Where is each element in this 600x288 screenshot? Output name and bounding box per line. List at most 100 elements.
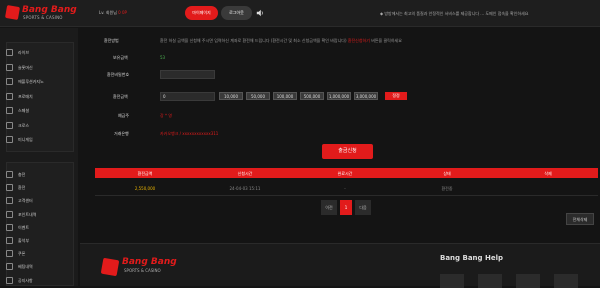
speaker-icon[interactable] [256,8,264,18]
sidebar-item-label: 베팅내역 [18,264,33,270]
footer-logo-cube-icon [100,257,120,277]
row-completed: - [344,186,346,191]
list-icon [6,263,13,271]
footer-brand-name: Bang Bang [122,257,177,267]
sidebar-item[interactable]: 라이브 [6,48,66,58]
notice-tail: 버튼을 클릭하세요 [371,38,402,43]
notice-highlight: 환전신청하기 [347,38,370,43]
sidebar-item-label: 슬롯머신 [18,64,33,70]
footer: Bang Bang SPORTS & CASINO Bang Bang Help [80,243,600,288]
balance-value: 53 [160,55,166,60]
coin-icon [6,171,13,178]
password-label: 환전비밀번호 [107,72,130,77]
amount-preset-button[interactable]: 1,000,000 [327,92,351,100]
sidebar-item-label: 에볼루션카지노 [18,79,44,84]
logo-cube-icon [4,4,21,21]
top-bar: Bang Bang SPORTS & CASINO Lv. 회원님 0 0P 마… [0,0,600,27]
sidebar-item-label: 미니게임 [18,137,33,142]
row-requested: 24-04-03 15:11 [229,186,261,191]
bank-label: 거래은행 [114,131,129,136]
phone-icon [6,92,13,100]
brand-logo[interactable]: Bang Bang SPORTS & CASINO [4,4,77,22]
footer-brand-tagline: SPORTS & CASINO [124,268,161,273]
row-amount: 2,550,000 [134,186,156,191]
cross-icon [6,121,13,129]
amount-preset-button[interactable]: 50,000 [246,92,270,100]
sidebar-item-label: 쿠폰 [18,251,26,257]
sidebar-item-label: 포인트내역 [18,211,37,217]
col-requested: 신청시간 [237,171,253,176]
sidebar-item-label: 스페셜 [18,108,30,113]
user-info: Lv. 회원님 0 0P [99,10,127,16]
sidebar: 라이브슬롯머신에볼루션카지노프로매치스페셜크로스미니게임충전환전고객센터포인트내… [0,28,78,286]
sidebar-item-label: 충전 [18,172,26,177]
reset-amount-button[interactable]: 정정 [385,92,407,100]
sidebar-item[interactable]: 쿠폰 [6,249,66,259]
logout-button[interactable]: 로그아웃 [221,6,252,20]
sidebar-item-label: 공지사항 [18,277,33,283]
depositor-label: 예금주 [118,113,130,118]
withdraw-password-input[interactable] [160,70,215,79]
sidebar-item-label: 고객센터 [18,198,33,204]
depositor-value: 강 * 영 [160,113,172,118]
sidebar-item-label: 크로스 [18,122,30,128]
sidebar-item[interactable]: 스페셜 [6,106,66,116]
amount-preset-button[interactable]: 3,000,000 [354,92,378,100]
page-prev-button[interactable]: 이전 [321,200,337,215]
cards-icon [6,78,13,85]
slot-icon [6,63,13,71]
wallet-icon [6,184,13,192]
brand-tagline: SPORTS & CASINO [23,15,63,20]
sidebar-item[interactable]: 크로스 [6,121,66,131]
user-name: 회원님 [105,10,117,15]
tv-icon [6,49,13,56]
bank-value: 카카오뱅크 / xxxxxxxxxxxx311 [160,131,219,136]
sidebar-item[interactable]: 에볼루션카지노 [6,77,66,87]
marquee-notice: ◆ 방방에서는 최고의 품질과 안정적인 서비스를 제공합니다 ... 도메인 … [380,11,529,16]
page-current[interactable]: 1 [340,200,352,215]
sidebar-item[interactable]: 고객센터 [6,196,66,206]
sidebar-item[interactable]: 슬롯머신 [6,63,66,73]
star-icon [6,107,13,114]
sidebar-item[interactable]: 베팅내역 [6,262,66,272]
col-delete: 삭제 [544,171,552,176]
help-title: Bang Bang Help [440,254,503,262]
sidebar-item[interactable]: 환전 [6,183,66,193]
page-next-button[interactable]: 다음 [355,200,371,215]
sidebar-item[interactable]: 공지사항 [6,276,66,286]
col-status: 상태 [443,171,451,176]
col-completed: 완료시간 [337,171,353,176]
sidebar-item[interactable]: 출석부 [6,236,66,246]
amount-preset-button[interactable]: 100,000 [273,92,297,100]
user-points: 0P [122,10,127,15]
sidebar-item-label: 이벤트 [18,224,30,230]
user-level: Lv. [99,10,105,15]
mypage-button[interactable]: 마이페이지 [185,6,218,20]
gamepad-icon [6,136,13,143]
sidebar-item[interactable]: 미니게임 [6,135,66,145]
balance-label: 보유금액 [113,55,128,60]
sidebar-item-label: 프로매치 [18,93,33,99]
delete-all-button[interactable]: 전체삭제 [566,213,594,225]
table-row: 2,550,000 24-04-03 15:11 - 환전중 [95,180,598,196]
sidebar-item[interactable]: 충전 [6,170,66,180]
notice-text: 환전 하실 금액을 신청해 주시면 입력하신 계좌로 환전해 드립니다 (환전시… [160,38,347,43]
row-status: 환전중 [441,186,453,191]
coupon-icon [6,250,13,258]
amount-preset-button[interactable]: 10,000 [219,92,243,100]
amount-preset-button[interactable]: 500,000 [300,92,324,100]
withdraw-amount-input[interactable]: 0 [160,92,215,101]
bell-icon [6,276,13,284]
sidebar-item-label: 라이브 [18,50,30,55]
withdraw-notice: 환전 하실 금액을 신청해 주시면 입력하신 계좌로 환전해 드립니다 (환전시… [160,38,402,44]
amount-label: 환전금액 [113,94,128,99]
calendar-icon [6,237,13,244]
gift-icon [6,223,13,231]
col-amount: 환전금액 [137,171,153,176]
history-table-header: 환전금액 신청시간 완료시간 상태 삭제 [95,168,598,178]
sidebar-item[interactable]: 이벤트 [6,223,66,233]
sidebar-item[interactable]: 프로매치 [6,92,66,102]
sidebar-item[interactable]: 포인트내역 [6,210,66,220]
point-icon [6,210,13,218]
withdraw-submit-button[interactable]: 출금신청 [322,144,373,159]
